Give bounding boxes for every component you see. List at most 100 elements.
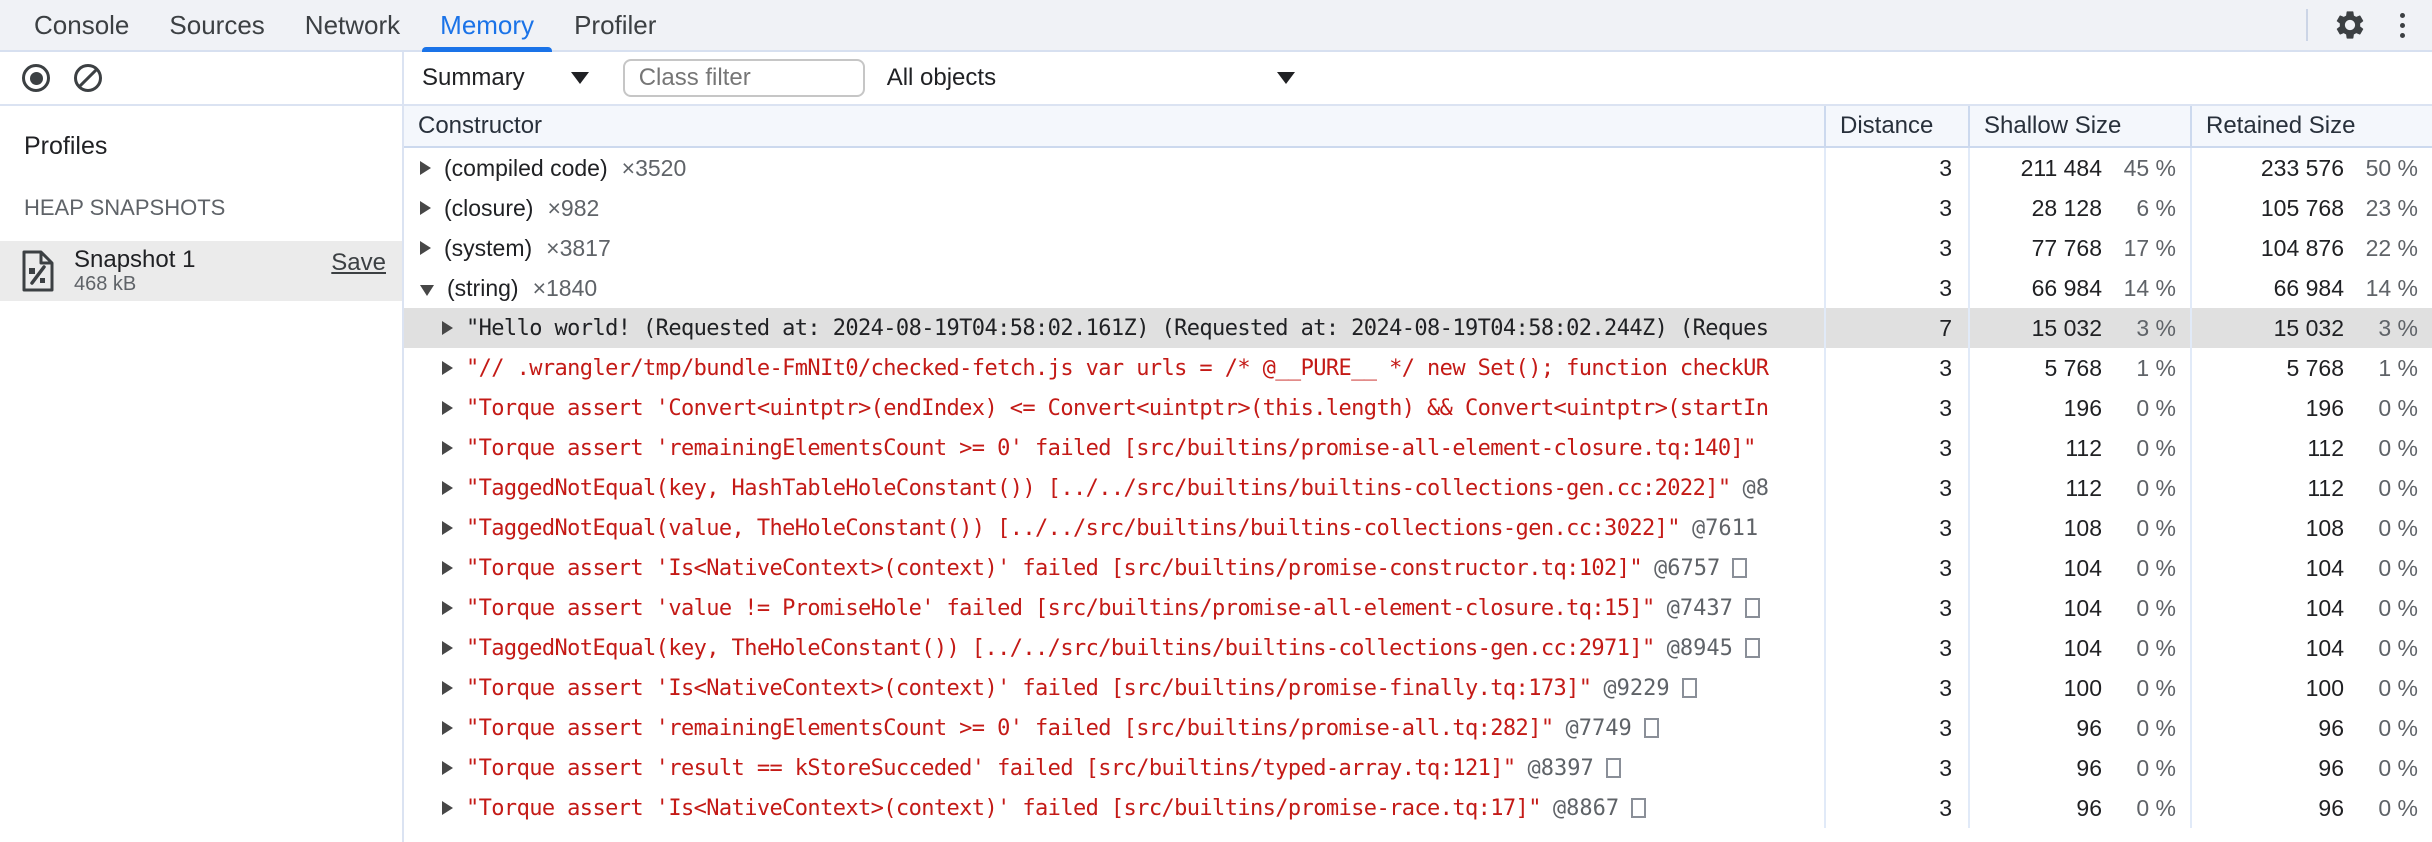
retained-size-percent: 0 %	[2378, 594, 2418, 621]
expander-arrow-icon[interactable]	[442, 681, 453, 695]
string-value: "// .wrangler/tmp/bundle-FmNIt0/checked-…	[466, 355, 1769, 381]
table-row[interactable]: "Torque assert 'remainingElementsCount >…	[404, 428, 2432, 468]
table-row[interactable]: "// .wrangler/tmp/bundle-FmNIt0/checked-…	[404, 348, 2432, 388]
table-row[interactable]: (compiled code) ×3520 3 211 484 45 % 233 …	[404, 148, 2432, 188]
save-snapshot-link[interactable]: Save	[331, 249, 386, 277]
table-row[interactable]: "Hello world! (Requested at: 2024-08-19T…	[404, 308, 2432, 348]
constructor-name: (system)	[444, 234, 533, 261]
clear-profiles-button[interactable]	[74, 64, 102, 92]
table-row[interactable]: "Torque assert 'remainingElementsCount >…	[404, 708, 2432, 748]
object-scope-select[interactable]: All objects	[887, 64, 1301, 92]
column-header-constructor[interactable]: Constructor	[404, 106, 1824, 146]
expander-arrow-icon[interactable]	[442, 521, 453, 535]
distance-cell: 3	[1824, 548, 1968, 588]
shallow-size-percent: 0 %	[2136, 474, 2176, 501]
heap-snapshot-file-icon	[20, 249, 56, 293]
table-row[interactable]: "Torque assert 'Is<NativeContext>(contex…	[404, 548, 2432, 588]
retained-size-value: 15 032	[2273, 314, 2344, 341]
column-header-retained-size[interactable]: Retained Size	[2190, 106, 2432, 146]
expander-arrow-icon[interactable]	[420, 201, 431, 215]
constructor-name: (string)	[447, 274, 519, 301]
distance-cell: 3	[1824, 188, 1968, 228]
distance-cell: 3	[1824, 348, 1968, 388]
profile-actions	[0, 52, 404, 104]
expander-arrow-icon[interactable]	[442, 401, 453, 415]
table-row[interactable]: (string) ×1840 3 66 984 14 % 66 984 14 %	[404, 268, 2432, 308]
table-row[interactable]: "Torque assert 'Is<NativeContext>(contex…	[404, 668, 2432, 708]
shallow-size-cell: 96 0 %	[1968, 708, 2190, 748]
retained-size-percent: 1 %	[2378, 354, 2418, 381]
expander-arrow-icon[interactable]	[442, 721, 453, 735]
object-id: @6757	[1654, 555, 1721, 581]
chevron-down-icon	[570, 72, 589, 84]
shallow-size-value: 196	[2063, 394, 2102, 421]
tab-network[interactable]: Network	[285, 0, 420, 50]
tab-profiler[interactable]: Profiler	[554, 0, 676, 50]
retained-size-value: 112	[2307, 474, 2344, 501]
table-row[interactable]: (closure) ×982 3 28 128 6 % 105 768 23 %	[404, 188, 2432, 228]
string-value: "Torque assert 'Convert<uintptr>(endInde…	[466, 395, 1769, 421]
retained-size-cell: 233 576 50 %	[2190, 148, 2432, 188]
shallow-size-value: 104	[2063, 594, 2102, 621]
expander-arrow-icon[interactable]	[442, 641, 453, 655]
table-row[interactable]: "Torque assert 'value != PromiseHole' fa…	[404, 588, 2432, 628]
table-row[interactable]: "TaggedNotEqual(key, HashTableHoleConsta…	[404, 468, 2432, 508]
table-row[interactable]: "Torque assert 'Convert<uintptr>(endInde…	[404, 388, 2432, 428]
settings-button[interactable]	[2328, 3, 2372, 47]
class-filter-input[interactable]	[622, 59, 865, 97]
expander-arrow-icon[interactable]	[442, 481, 453, 495]
panel-tabs: Console Sources Network Memory Profiler	[14, 0, 676, 52]
sidebar-item-snapshot-1[interactable]: Snapshot 1 468 kB Save	[0, 241, 402, 301]
retained-size-percent: 14 %	[2365, 274, 2418, 301]
retained-size-cell: 105 768 23 %	[2190, 188, 2432, 228]
distance-cell: 3	[1824, 748, 1968, 788]
expander-arrow-icon[interactable]	[420, 241, 431, 255]
distance-cell: 3	[1824, 628, 1968, 668]
expander-arrow-icon[interactable]	[420, 161, 431, 175]
more-options-button[interactable]	[2382, 3, 2422, 47]
expander-arrow-icon[interactable]	[442, 321, 453, 335]
expander-arrow-icon[interactable]	[442, 561, 453, 575]
retained-size-cell: 196 0 %	[2190, 388, 2432, 428]
table-row[interactable]: "TaggedNotEqual(key, TheHoleConstant()) …	[404, 628, 2432, 668]
constructor-cell: "Hello world! (Requested at: 2024-08-19T…	[404, 308, 1824, 348]
table-row[interactable]: (system) ×3817 3 77 768 17 % 104 876 22 %	[404, 228, 2432, 268]
retained-size-cell: 96 0 %	[2190, 788, 2432, 828]
table-row[interactable]: "Torque assert 'Is<NativeContext>(contex…	[404, 788, 2432, 828]
expander-arrow-icon[interactable]	[442, 361, 453, 375]
expander-arrow-icon[interactable]	[442, 601, 453, 615]
expander-arrow-icon[interactable]	[442, 441, 453, 455]
constructor-cell: (closure) ×982	[404, 188, 1824, 228]
shallow-size-percent: 45 %	[2123, 154, 2176, 181]
retained-size-percent: 0 %	[2378, 474, 2418, 501]
shallow-size-value: 104	[2063, 554, 2102, 581]
tab-sources[interactable]: Sources	[149, 0, 284, 50]
shallow-size-cell: 112 0 %	[1968, 428, 2190, 468]
object-id: @7611	[1691, 515, 1759, 541]
take-snapshot-button[interactable]	[22, 64, 50, 92]
constructor-cell: "Torque assert 'result == kStoreSucceded…	[404, 748, 1824, 788]
perspective-select[interactable]: Summary	[422, 64, 589, 92]
grid-header: Constructor Distance Shallow Size Retain…	[404, 106, 2432, 148]
shallow-size-value: 112	[2065, 434, 2102, 461]
shallow-size-value: 211 484	[2020, 154, 2102, 181]
expander-arrow-icon[interactable]	[442, 801, 453, 815]
table-row[interactable]: "Torque assert 'result == kStoreSucceded…	[404, 748, 2432, 788]
column-header-shallow-size[interactable]: Shallow Size	[1968, 106, 2190, 146]
tab-console[interactable]: Console	[14, 0, 149, 50]
expander-arrow-icon[interactable]	[442, 761, 453, 775]
table-row[interactable]: "TaggedNotEqual(value, TheHoleConstant()…	[404, 508, 2432, 548]
constructor-cell: "Torque assert 'Is<NativeContext>(contex…	[404, 668, 1824, 708]
constructor-cell: "Torque assert 'value != PromiseHole' fa…	[404, 588, 1824, 628]
retained-size-value: 108	[2305, 514, 2344, 541]
expander-arrow-icon[interactable]	[420, 284, 434, 296]
tab-memory[interactable]: Memory	[420, 0, 554, 52]
shallow-size-cell: 66 984 14 %	[1968, 268, 2190, 308]
constructor-cell: (system) ×3817	[404, 228, 1824, 268]
perspective-label: Summary	[422, 64, 525, 91]
column-header-distance[interactable]: Distance	[1824, 106, 1968, 146]
shallow-size-percent: 14 %	[2123, 274, 2176, 301]
shallow-size-percent: 0 %	[2136, 594, 2176, 621]
distance-cell: 3	[1824, 708, 1968, 748]
shallow-size-percent: 0 %	[2136, 434, 2176, 461]
